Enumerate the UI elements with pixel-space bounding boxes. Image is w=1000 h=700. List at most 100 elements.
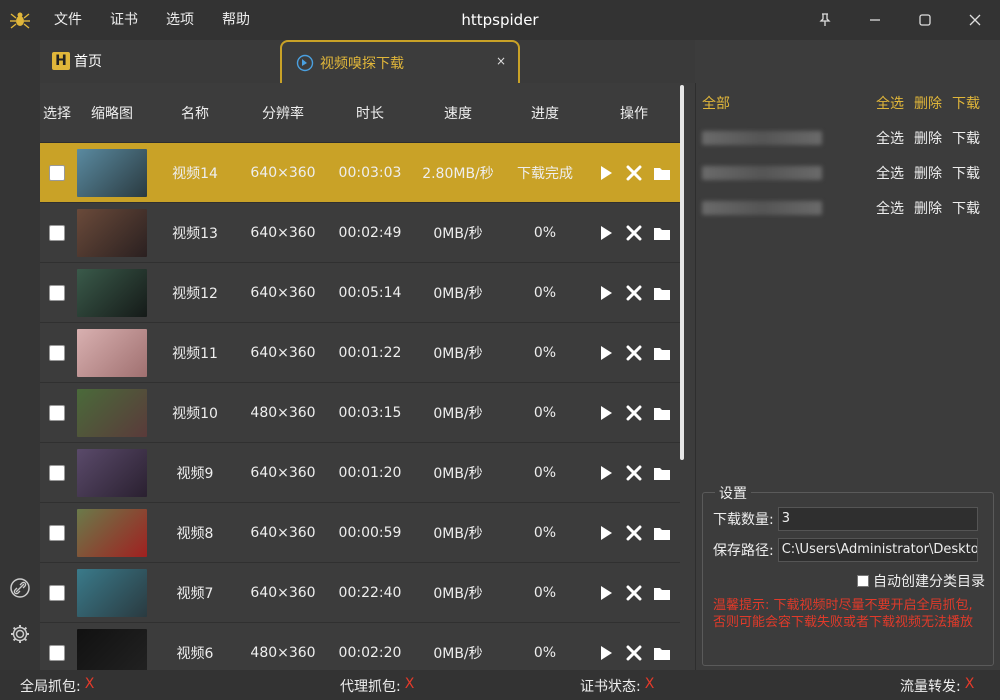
pin-icon[interactable]	[800, 0, 850, 40]
download-link[interactable]: 下载	[952, 128, 980, 148]
play-icon[interactable]	[596, 283, 616, 303]
play-icon[interactable]	[596, 643, 616, 663]
table-row[interactable]: 视频14 640×360 00:03:03 2.80MB/秒 下载完成	[40, 143, 680, 203]
row-checkbox[interactable]	[49, 464, 65, 481]
folder-icon[interactable]	[652, 523, 672, 543]
folder-icon[interactable]	[652, 163, 672, 183]
status-label: 证书状态:	[580, 679, 641, 695]
menu-help[interactable]: 帮助	[208, 0, 264, 40]
delete-x-icon[interactable]	[624, 583, 644, 603]
folder-icon[interactable]	[652, 583, 672, 603]
play-icon[interactable]	[596, 523, 616, 543]
table-row[interactable]: 视频9 640×360 00:01:20 0MB/秒 0%	[40, 443, 680, 503]
play-icon[interactable]	[596, 223, 616, 243]
status-traffic-forward: 流量转发: X	[900, 676, 974, 696]
row-checkbox[interactable]	[49, 524, 65, 541]
auto-category-checkbox[interactable]: 自动创建分类目录	[857, 571, 985, 591]
download-link[interactable]: 下载	[952, 93, 980, 113]
table-row[interactable]: 视频11 640×360 00:01:22 0MB/秒 0%	[40, 323, 680, 383]
delete-link[interactable]: 删除	[914, 163, 942, 183]
tab-video-sniff[interactable]: 视频嗅探下载 ×	[280, 40, 520, 83]
row-checkbox[interactable]	[49, 344, 65, 361]
download-link[interactable]: 下载	[952, 198, 980, 218]
delete-link[interactable]: 删除	[914, 128, 942, 148]
folder-icon[interactable]	[652, 283, 672, 303]
video-duration: 00:03:03	[338, 164, 402, 181]
row-checkbox[interactable]	[49, 404, 65, 421]
status-global-capture: 全局抓包: X	[20, 676, 94, 696]
category-actions: 全选 删除 下载	[876, 163, 980, 183]
table-row[interactable]: 视频12 640×360 00:05:14 0MB/秒 0%	[40, 263, 680, 323]
row-actions	[588, 403, 680, 423]
folder-icon[interactable]	[652, 463, 672, 483]
settings-gear-icon[interactable]	[8, 622, 32, 646]
select-all-link[interactable]: 全选	[876, 163, 904, 183]
select-all-link[interactable]: 全选	[876, 93, 904, 113]
table-row[interactable]: 视频6 480×360 00:02:20 0MB/秒 0%	[40, 623, 680, 670]
tab-close-icon[interactable]: ×	[496, 54, 506, 68]
delete-x-icon[interactable]	[624, 283, 644, 303]
table-row[interactable]: 视频7 640×360 00:22:40 0MB/秒 0%	[40, 563, 680, 623]
app-window: 文件 证书 选项 帮助 httpspider H 首页 视频嗅探下载 × 选择 …	[0, 0, 1000, 700]
delete-x-icon[interactable]	[624, 463, 644, 483]
delete-x-icon[interactable]	[624, 523, 644, 543]
download-count-input[interactable]: 3	[777, 507, 978, 531]
video-speed: 2.80MB/秒	[422, 165, 494, 182]
folder-icon[interactable]	[652, 223, 672, 243]
close-button[interactable]	[950, 0, 1000, 40]
auto-category-label: 自动创建分类目录	[873, 574, 985, 590]
category-row: 全选 删除 下载	[702, 198, 992, 218]
checkbox-box[interactable]	[857, 575, 869, 587]
video-duration: 00:02:49	[338, 224, 402, 241]
select-all-link[interactable]: 全选	[876, 128, 904, 148]
menu-certificate[interactable]: 证书	[96, 0, 152, 40]
table-row[interactable]: 视频10 480×360 00:03:15 0MB/秒 0%	[40, 383, 680, 443]
play-icon[interactable]	[596, 403, 616, 423]
maximize-button[interactable]	[900, 0, 950, 40]
menu-file[interactable]: 文件	[40, 0, 96, 40]
video-speed: 0MB/秒	[433, 405, 483, 422]
table-row[interactable]: 视频8 640×360 00:00:59 0MB/秒 0%	[40, 503, 680, 563]
category-all-actions: 全选 删除 下载	[876, 93, 980, 113]
row-checkbox[interactable]	[49, 644, 65, 661]
folder-icon[interactable]	[652, 403, 672, 423]
delete-link[interactable]: 删除	[914, 93, 942, 113]
delete-link[interactable]: 删除	[914, 198, 942, 218]
status-value: X	[404, 676, 415, 692]
video-duration: 00:01:20	[338, 464, 402, 481]
delete-x-icon[interactable]	[624, 163, 644, 183]
play-icon[interactable]	[596, 583, 616, 603]
select-all-link[interactable]: 全选	[876, 198, 904, 218]
link-icon[interactable]	[8, 576, 32, 600]
tab-home[interactable]: H 首页	[52, 48, 102, 74]
play-icon[interactable]	[596, 163, 616, 183]
menu-options[interactable]: 选项	[152, 0, 208, 40]
folder-icon[interactable]	[652, 343, 672, 363]
row-checkbox[interactable]	[49, 224, 65, 241]
video-thumbnail	[77, 148, 147, 197]
save-path-label: 保存路径:	[713, 543, 774, 559]
play-icon[interactable]	[596, 343, 616, 363]
save-path-input[interactable]: C:\Users\Administrator\Desktop\视	[777, 538, 978, 562]
video-resolution: 640×360	[250, 284, 316, 301]
download-count-field: 下载数量: 3	[713, 507, 978, 531]
video-speed: 0MB/秒	[433, 225, 483, 242]
download-link[interactable]: 下载	[952, 163, 980, 183]
delete-x-icon[interactable]	[624, 643, 644, 663]
delete-x-icon[interactable]	[624, 343, 644, 363]
minimize-button[interactable]	[850, 0, 900, 40]
thumbnail-cell	[74, 388, 150, 437]
row-checkbox[interactable]	[49, 284, 65, 301]
table-row[interactable]: 视频13 640×360 00:02:49 0MB/秒 0%	[40, 203, 680, 263]
video-thumbnail	[77, 328, 147, 377]
video-thumbnail	[77, 388, 147, 437]
table-scrollbar[interactable]	[680, 85, 684, 460]
delete-x-icon[interactable]	[624, 403, 644, 423]
row-checkbox[interactable]	[49, 584, 65, 601]
play-icon[interactable]	[596, 463, 616, 483]
video-progress: 0%	[533, 584, 557, 601]
folder-icon[interactable]	[652, 643, 672, 663]
delete-x-icon[interactable]	[624, 223, 644, 243]
row-checkbox[interactable]	[49, 164, 65, 181]
tab-home-label: 首页	[74, 54, 102, 70]
